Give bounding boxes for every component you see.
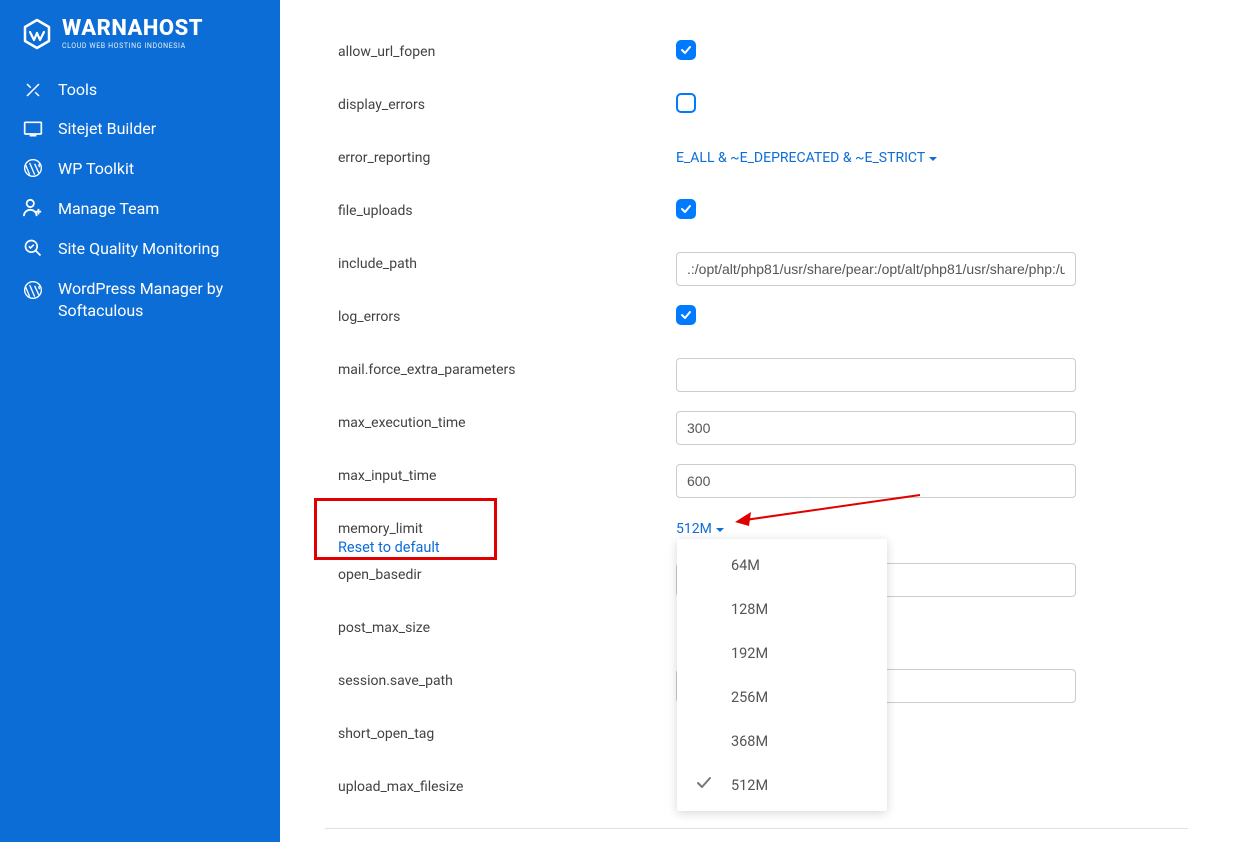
dropdown-error-reporting[interactable]: E_ALL & ~E_DEPRECATED & ~E_STRICT <box>676 146 937 166</box>
setting-label: short_open_tag <box>338 718 676 742</box>
setting-label: post_max_size <box>338 612 676 636</box>
dropdown-memory-limit[interactable]: 512M <box>676 517 724 537</box>
brand-tagline: CLOUD WEB HOSTING INDONESIA <box>62 42 203 50</box>
setting-row-allow-url-fopen: allow_url_fopen <box>280 36 1246 89</box>
setting-label: log_errors <box>338 301 676 325</box>
dropdown-value: E_ALL & ~E_DEPRECATED & ~E_STRICT <box>676 150 925 166</box>
setting-row-error-reporting: error_reporting E_ALL & ~E_DEPRECATED & … <box>280 142 1246 195</box>
setting-label: max_execution_time <box>338 407 676 431</box>
dropdown-option[interactable]: 256M <box>677 675 887 719</box>
sidebar: WARNAHOST CLOUD WEB HOSTING INDONESIA To… <box>0 0 280 842</box>
input-include-path[interactable] <box>676 252 1076 286</box>
option-label: 64M <box>731 557 760 574</box>
setting-row-log-errors: log_errors <box>280 301 1246 354</box>
brand-logo: WARNAHOST CLOUD WEB HOSTING INDONESIA <box>0 18 280 70</box>
checkbox-file-uploads[interactable] <box>676 199 696 219</box>
input-max-input-time[interactable] <box>676 464 1076 498</box>
setting-label: memory_limit <box>338 521 676 537</box>
sidebar-item-tools[interactable]: Tools <box>8 70 272 109</box>
dropdown-option[interactable]: 192M <box>677 631 887 675</box>
setting-label: session.save_path <box>338 665 676 689</box>
option-label: 192M <box>731 645 768 662</box>
checkbox-display-errors[interactable] <box>676 93 696 113</box>
checkbox-allow-url-fopen[interactable] <box>676 40 696 60</box>
checkbox-log-errors[interactable] <box>676 305 696 325</box>
sidebar-item-site-quality[interactable]: Site Quality Monitoring <box>8 228 272 268</box>
wordpress-icon <box>22 280 44 300</box>
input-mail-force-extra[interactable] <box>676 358 1076 392</box>
input-max-execution-time[interactable] <box>676 411 1076 445</box>
setting-label: allow_url_fopen <box>338 36 676 60</box>
sidebar-item-label: Site Quality Monitoring <box>58 239 258 258</box>
setting-row-mail-force-extra: mail.force_extra_parameters <box>280 354 1246 407</box>
setting-label: include_path <box>338 248 676 272</box>
wordpress-icon <box>22 158 44 178</box>
sidebar-item-sitejet[interactable]: Sitejet Builder <box>8 109 272 148</box>
chevron-down-icon <box>929 157 937 161</box>
setting-row-display-errors: display_errors <box>280 89 1246 142</box>
chevron-down-icon <box>716 528 724 532</box>
brand-name: WARNAHOST <box>62 18 203 40</box>
option-label: 368M <box>731 733 768 750</box>
magnify-check-icon <box>22 238 44 258</box>
option-label: 512M <box>731 777 768 794</box>
sidebar-item-label: Sitejet Builder <box>58 119 258 138</box>
dropdown-option[interactable]: 64M <box>677 543 887 587</box>
sidebar-item-label: Manage Team <box>58 199 258 218</box>
sidebar-item-label: WordPress Manager by Softaculous <box>58 278 258 323</box>
setting-label: display_errors <box>338 89 676 113</box>
sidebar-item-wp-manager[interactable]: WordPress Manager by Softaculous <box>8 268 272 333</box>
brand-text: WARNAHOST CLOUD WEB HOSTING INDONESIA <box>62 18 203 50</box>
setting-label: max_input_time <box>338 460 676 484</box>
sidebar-item-manage-team[interactable]: Manage Team <box>8 188 272 228</box>
tools-icon <box>22 81 44 99</box>
option-label: 128M <box>731 601 768 618</box>
dropdown-option-selected[interactable]: 512M <box>677 763 887 807</box>
setting-label: upload_max_filesize <box>338 771 676 795</box>
setting-row-file-uploads: file_uploads <box>280 195 1246 248</box>
dropdown-option[interactable]: 128M <box>677 587 887 631</box>
dropdown-option[interactable]: 368M <box>677 719 887 763</box>
setting-label: error_reporting <box>338 142 676 166</box>
setting-label: open_basedir <box>338 559 676 583</box>
sidebar-item-label: WP Toolkit <box>58 159 258 178</box>
setting-label: file_uploads <box>338 195 676 219</box>
sitejet-icon <box>22 120 44 138</box>
dropdown-value: 512M <box>676 521 712 537</box>
sidebar-item-wp-toolkit[interactable]: WP Toolkit <box>8 148 272 188</box>
check-icon <box>695 774 713 796</box>
team-icon <box>22 198 44 218</box>
bottom-rule <box>325 828 1188 829</box>
option-label: 256M <box>731 689 768 706</box>
brand-mark-icon <box>22 18 52 50</box>
setting-row-max-input-time: max_input_time <box>280 460 1246 513</box>
setting-row-max-execution-time: max_execution_time <box>280 407 1246 460</box>
sidebar-item-label: Tools <box>58 80 258 99</box>
reset-to-default-link[interactable]: Reset to default <box>338 539 676 556</box>
setting-row-include-path: include_path <box>280 248 1246 301</box>
setting-label: mail.force_extra_parameters <box>338 354 676 378</box>
dropdown-menu-memory-limit: 64M 128M 192M 256M 368M 512M <box>677 539 887 811</box>
